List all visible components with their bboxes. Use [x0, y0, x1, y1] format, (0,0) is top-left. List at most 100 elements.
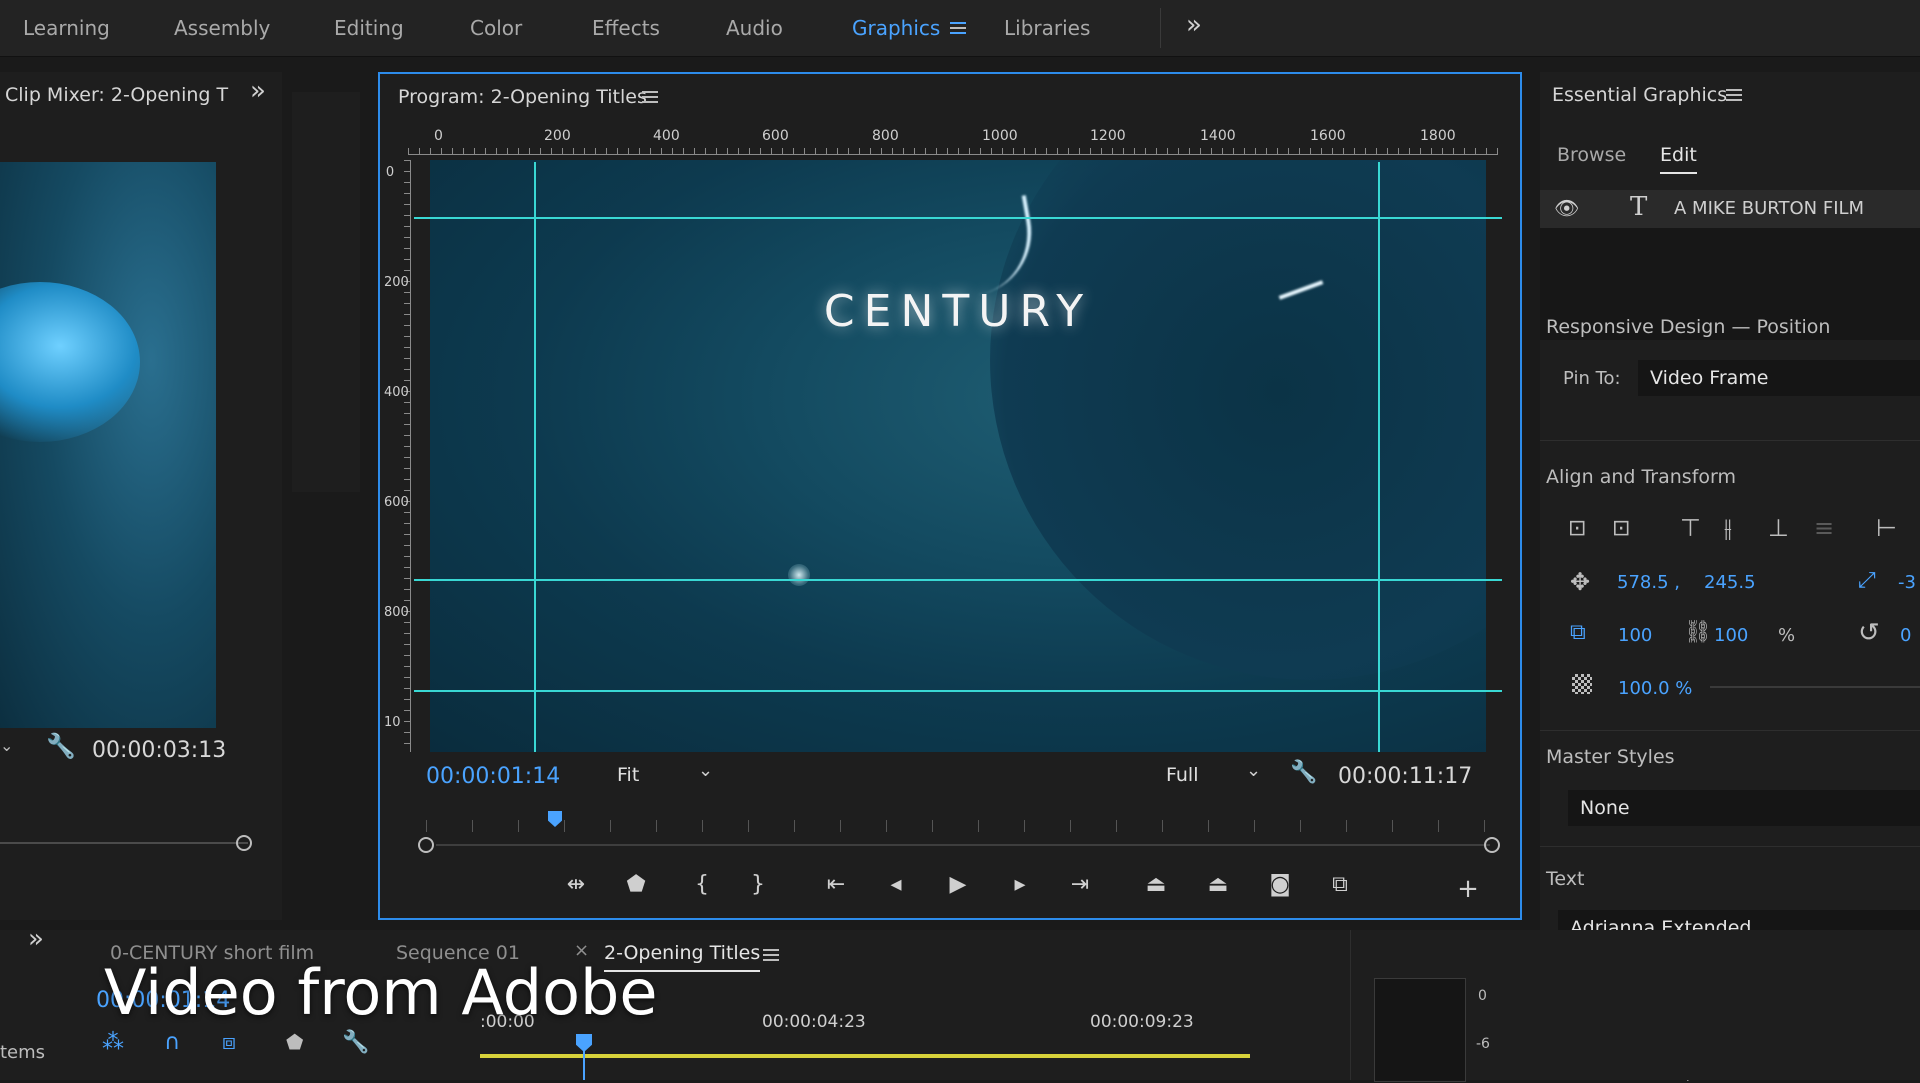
zoom-level-select[interactable]: Fit: [617, 764, 639, 786]
program-zoom-bar[interactable]: [436, 844, 1490, 846]
position-icon: ✥: [1570, 568, 1591, 596]
zoom-handle-left[interactable]: [418, 837, 434, 853]
play-icon[interactable]: ▶: [940, 872, 976, 897]
opacity-value[interactable]: 100.0 %: [1618, 678, 1692, 699]
source-preview: [0, 162, 216, 728]
ruler-label: 800: [872, 128, 899, 144]
timeline-ruler-label: 00:00:04:23: [762, 1012, 866, 1032]
title-text[interactable]: CENTURY: [430, 286, 1486, 337]
snap-icon[interactable]: ∩: [164, 1030, 180, 1055]
anchor-value[interactable]: -3: [1898, 572, 1916, 593]
add-marker-icon[interactable]: ⬟: [286, 1030, 303, 1054]
workspace-bar: Learning Assembly Editing Color Effects …: [0, 0, 1920, 57]
meter-label: 0: [1478, 988, 1487, 1004]
rotation-icon: ↺: [1858, 618, 1880, 648]
align-middle-icon[interactable]: ⫲: [1724, 514, 1732, 542]
workspace-assembly[interactable]: Assembly: [174, 16, 270, 40]
position-x-value[interactable]: 578.5 ,: [1617, 572, 1680, 593]
extract-icon[interactable]: ⏏: [1200, 872, 1236, 897]
chevron-down-icon[interactable]: ⌄: [1246, 760, 1261, 781]
button-editor-icon[interactable]: +: [1450, 874, 1486, 904]
align-to-frame-icon[interactable]: ⊡: [1612, 516, 1630, 541]
mark-in-icon[interactable]: {: [684, 872, 720, 897]
vruler-label: 200: [384, 276, 409, 289]
guide-line[interactable]: [534, 162, 536, 752]
eye-icon[interactable]: 👁: [1554, 196, 1579, 220]
workspace-libraries[interactable]: Libraries: [1004, 16, 1090, 40]
add-marker-icon[interactable]: ⬟: [618, 872, 654, 897]
tab-browse[interactable]: Browse: [1557, 144, 1626, 166]
divider: [1540, 440, 1920, 441]
pin-to-label: Pin To:: [1563, 368, 1621, 389]
step-back-icon[interactable]: ◂: [878, 872, 914, 897]
master-styles-select[interactable]: None: [1568, 790, 1920, 826]
align-bottom-icon[interactable]: ⊥: [1768, 514, 1789, 542]
guide-line[interactable]: [1378, 162, 1380, 752]
go-to-in-icon[interactable]: ⇤: [818, 872, 854, 897]
ruler-label: 1600: [1310, 128, 1346, 144]
panel-overflow-icon[interactable]: »: [28, 924, 44, 954]
layer-row[interactable]: 👁 T A MIKE BURTON FILM: [1540, 190, 1920, 228]
essential-graphics-menu-icon[interactable]: [1726, 89, 1742, 101]
meter-label: -6: [1476, 1036, 1490, 1052]
guide-line[interactable]: [414, 690, 1502, 692]
scale-height-value[interactable]: 100: [1714, 625, 1748, 646]
percent-label: %: [1778, 625, 1796, 646]
guide-line[interactable]: [414, 579, 1502, 581]
audio-meter: [1374, 978, 1466, 1082]
chevron-down-icon[interactable]: ⌄: [698, 760, 713, 781]
timeline-ruler-label: 00:00:09:23: [1090, 1012, 1194, 1032]
lift-icon[interactable]: ⏏: [1138, 872, 1174, 897]
tab-edit[interactable]: Edit: [1660, 144, 1697, 174]
current-timecode[interactable]: 00:00:01:14: [426, 764, 560, 789]
opacity-slider[interactable]: [1710, 686, 1920, 688]
mark-in-out-icon[interactable]: ⇹: [558, 872, 594, 897]
camera-icon[interactable]: ◙: [1262, 872, 1298, 897]
vruler-label: 600: [384, 496, 409, 509]
position-y-value[interactable]: 245.5: [1704, 572, 1756, 593]
scale-width-value[interactable]: 100: [1618, 625, 1652, 646]
comparison-view-icon[interactable]: ⧉: [1322, 872, 1358, 897]
align-to-selection-icon[interactable]: ⊡: [1568, 516, 1586, 541]
playback-resolution-select[interactable]: Full: [1166, 764, 1199, 786]
scale-icon: ⧉: [1570, 620, 1586, 645]
more-workspaces-icon[interactable]: »: [1186, 10, 1202, 40]
nest-icon[interactable]: ⁂: [102, 1030, 124, 1055]
workspace-color[interactable]: Color: [470, 16, 522, 40]
pin-to-select[interactable]: Video Frame: [1638, 360, 1920, 396]
mark-out-icon[interactable]: }: [740, 872, 776, 897]
workspace-learning[interactable]: Learning: [23, 16, 110, 40]
workspace-editing[interactable]: Editing: [334, 16, 404, 40]
go-to-out-icon[interactable]: ⇥: [1062, 872, 1098, 897]
program-menu-icon[interactable]: [642, 91, 658, 103]
work-area-bar[interactable]: [480, 1054, 1250, 1058]
wrench-icon[interactable]: 🔧: [342, 1030, 369, 1055]
layer-name: A MIKE BURTON FILM: [1674, 198, 1865, 219]
graphics-menu-icon[interactable]: [950, 22, 966, 34]
anchor-point-icon[interactable]: [788, 564, 810, 586]
program-time-ruler[interactable]: [426, 820, 1490, 832]
program-video-frame[interactable]: CENTURY: [430, 160, 1486, 752]
step-forward-icon[interactable]: ▸: [1002, 872, 1038, 897]
rotation-value[interactable]: 0: [1900, 625, 1911, 646]
workspace-graphics[interactable]: Graphics: [852, 16, 940, 40]
wrench-icon[interactable]: 🔧: [46, 732, 76, 760]
zoom-handle-right[interactable]: [1484, 837, 1500, 853]
light-flare: [0, 282, 140, 442]
workspace-audio[interactable]: Audio: [726, 16, 783, 40]
scrub-end-handle[interactable]: [236, 835, 252, 851]
workspace-effects[interactable]: Effects: [592, 16, 660, 40]
ruler-label: 400: [653, 128, 680, 144]
linked-selection-icon[interactable]: ⧈: [222, 1030, 236, 1055]
source-scrub-bar[interactable]: [0, 842, 248, 844]
unlink-icon[interactable]: ⛓: [1684, 620, 1712, 645]
ruler-label: 1200: [1090, 128, 1126, 144]
align-top-icon[interactable]: ⊤: [1680, 514, 1701, 542]
distribute-vertical-icon[interactable]: ≡: [1814, 514, 1834, 542]
timeline-menu-icon[interactable]: [763, 949, 779, 961]
guide-line[interactable]: [414, 217, 1502, 219]
chevron-down-icon[interactable]: ⌄: [0, 736, 13, 755]
align-left-icon[interactable]: ⊢: [1876, 514, 1897, 542]
wrench-icon[interactable]: 🔧: [1290, 760, 1317, 785]
panel-overflow-icon[interactable]: »: [250, 76, 266, 106]
